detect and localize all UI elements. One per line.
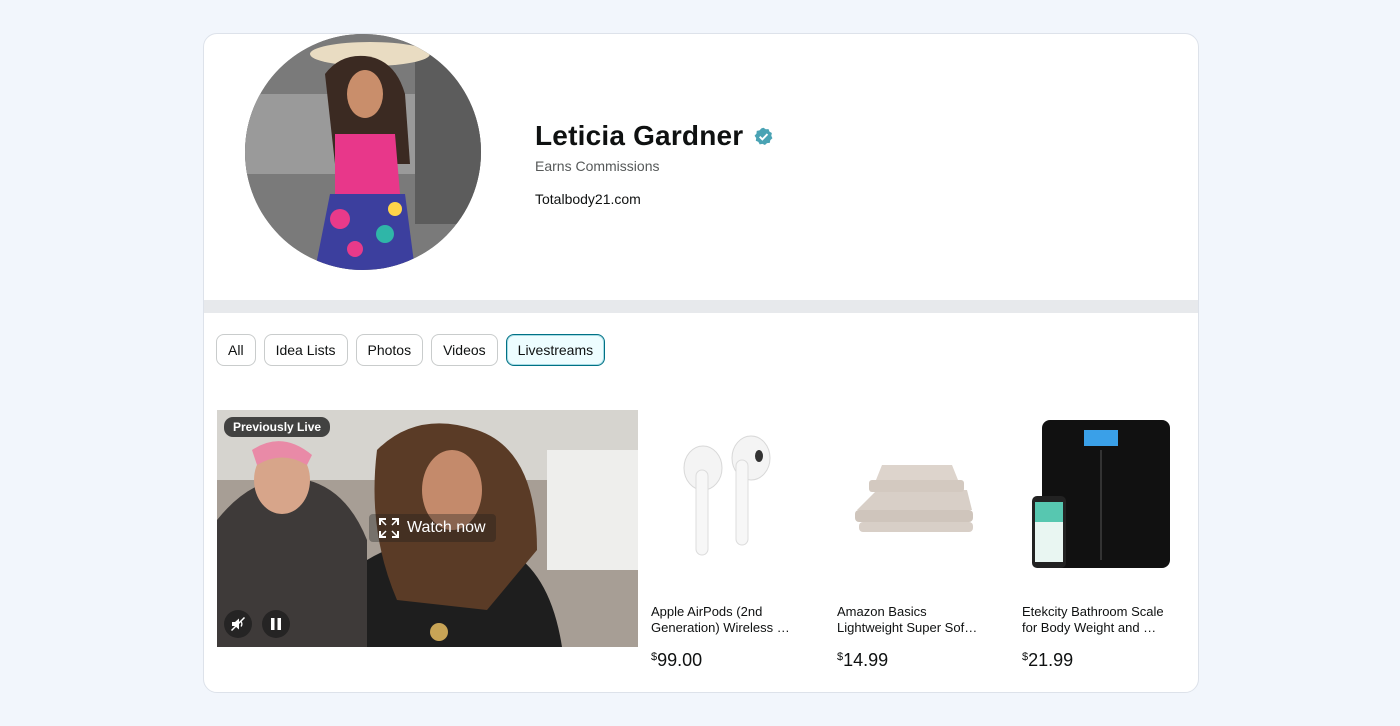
tab-livestreams[interactable]: Livestreams bbox=[505, 334, 606, 366]
livestream-video[interactable]: Previously Live Watch now bbox=[217, 410, 638, 647]
product-title-line: Lightweight Super Soft Easy Care bbox=[837, 620, 979, 635]
verified-badge-icon bbox=[754, 127, 773, 145]
product-title-line: for Body Weight and BMI Digital bbox=[1022, 620, 1164, 635]
mute-button[interactable] bbox=[224, 610, 252, 638]
tab-all[interactable]: All bbox=[216, 334, 256, 366]
content-tabs: All Idea Lists Photos Videos Livestreams bbox=[216, 334, 613, 366]
price-value: 21.99 bbox=[1028, 650, 1074, 670]
product-title[interactable]: Etekcity Bathroom Scale for Body Weight … bbox=[1022, 604, 1164, 636]
product-price: $14.99 bbox=[837, 650, 888, 671]
profile-avatar[interactable] bbox=[245, 34, 481, 270]
product-card[interactable]: Etekcity Bathroom Scale for Body Weight … bbox=[1022, 410, 1182, 670]
product-price: $21.99 bbox=[1022, 650, 1073, 671]
price-value: 14.99 bbox=[843, 650, 889, 670]
watch-now-button[interactable]: Watch now bbox=[369, 514, 496, 542]
tab-videos[interactable]: Videos bbox=[431, 334, 498, 366]
bathroom-scale-image bbox=[1022, 410, 1172, 590]
creator-profile-card: Leticia Gardner Earns Commissions Totalb… bbox=[203, 33, 1199, 693]
airpods-image bbox=[651, 410, 801, 590]
product-title-line: Generation) Wireless Ear Buds bbox=[651, 620, 793, 635]
profile-name-row: Leticia Gardner bbox=[535, 120, 773, 152]
pause-button[interactable] bbox=[262, 610, 290, 638]
product-image[interactable] bbox=[651, 410, 801, 590]
profile-website[interactable]: Totalbody21.com bbox=[535, 191, 641, 207]
tab-idea-lists[interactable]: Idea Lists bbox=[263, 334, 348, 366]
product-card[interactable]: Amazon Basics Lightweight Super Soft Eas… bbox=[837, 410, 997, 670]
tab-photos[interactable]: Photos bbox=[355, 334, 424, 366]
product-card[interactable]: Apple AirPods (2nd Generation) Wireless … bbox=[651, 410, 811, 670]
watch-now-label: Watch now bbox=[407, 519, 486, 536]
price-value: 99.00 bbox=[657, 650, 703, 670]
pause-icon bbox=[271, 618, 281, 630]
product-price: $99.00 bbox=[651, 650, 702, 671]
product-title[interactable]: Apple AirPods (2nd Generation) Wireless … bbox=[651, 604, 793, 636]
section-divider bbox=[204, 300, 1198, 313]
sheets-image bbox=[837, 410, 987, 590]
product-image[interactable] bbox=[1022, 410, 1172, 590]
product-title-line: Apple AirPods (2nd bbox=[651, 604, 763, 619]
muted-speaker-icon bbox=[230, 616, 246, 632]
profile-name: Leticia Gardner bbox=[535, 120, 744, 151]
product-title-line: Etekcity Bathroom Scale bbox=[1022, 604, 1164, 619]
expand-icon bbox=[379, 518, 399, 538]
product-title-line: Amazon Basics bbox=[837, 604, 927, 619]
previously-live-badge: Previously Live bbox=[224, 417, 331, 437]
product-image[interactable] bbox=[837, 410, 987, 590]
product-title[interactable]: Amazon Basics Lightweight Super Soft Eas… bbox=[837, 604, 979, 636]
profile-role: Earns Commissions bbox=[535, 158, 660, 174]
avatar-photo bbox=[245, 34, 481, 270]
